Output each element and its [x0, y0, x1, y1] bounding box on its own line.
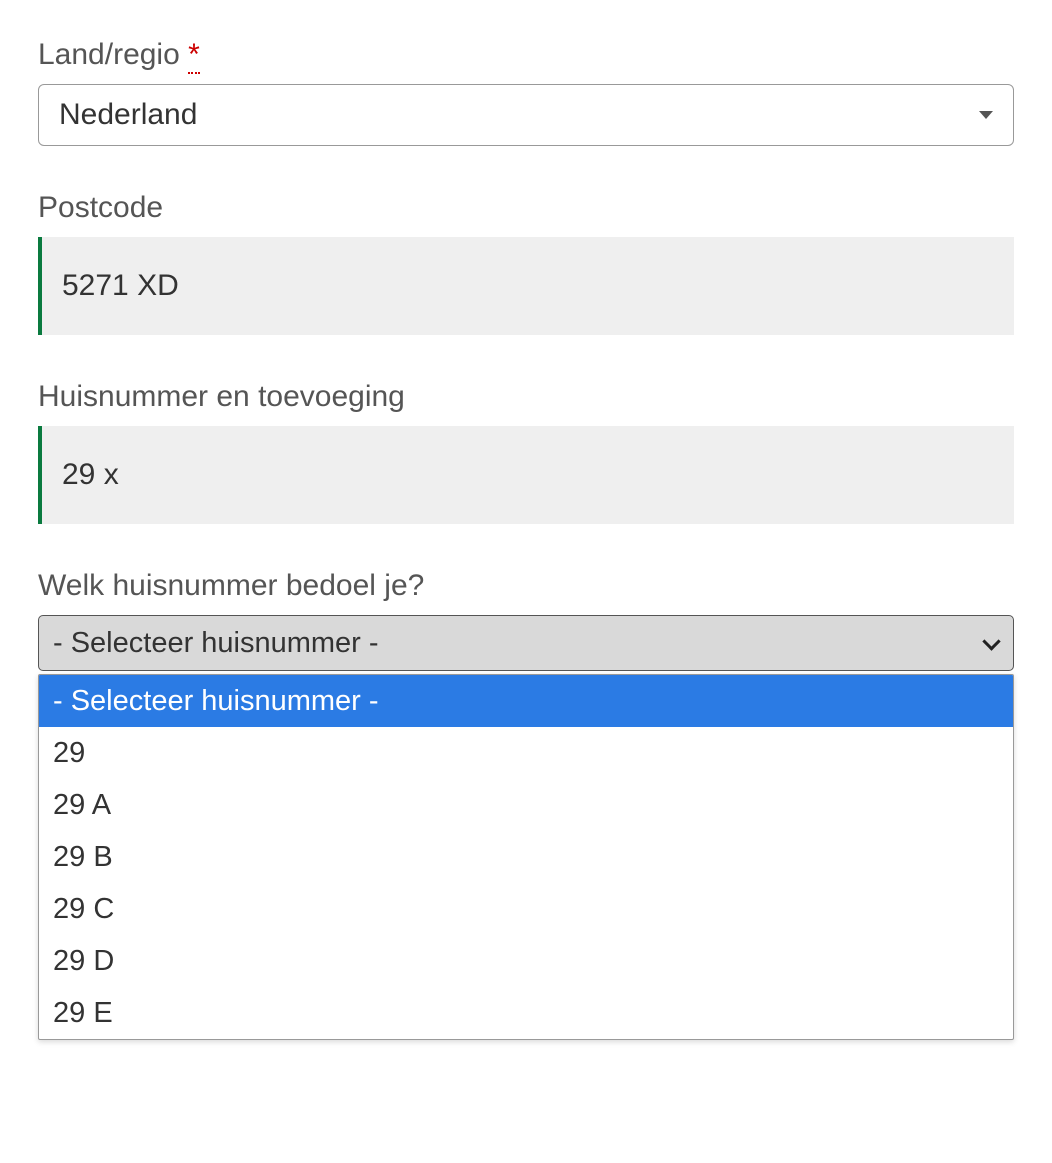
which-number-select[interactable]: - Selecteer huisnummer -	[38, 615, 1014, 671]
which-number-selected: - Selecteer huisnummer -	[53, 627, 983, 660]
country-select[interactable]: Nederland	[38, 84, 1014, 146]
which-number-dropdown: - Selecteer huisnummer - 29 29 A 29 B 29…	[38, 674, 1014, 1040]
required-mark: *	[188, 38, 200, 74]
postcode-field-group: Postcode 5271 XD	[38, 191, 1014, 335]
housenumber-field-group: Huisnummer en toevoeging 29 x	[38, 380, 1014, 524]
housenumber-value: 29 x	[62, 458, 119, 492]
postcode-value: 5271 XD	[62, 269, 179, 303]
dropdown-option[interactable]: 29 D	[39, 935, 1013, 987]
dropdown-option[interactable]: 29	[39, 727, 1013, 779]
dropdown-option[interactable]: 29 B	[39, 831, 1013, 883]
chevron-down-icon	[979, 111, 993, 119]
country-label-text: Land/regio	[38, 38, 180, 71]
dropdown-option[interactable]: 29 A	[39, 779, 1013, 831]
dropdown-option[interactable]: 29 E	[39, 987, 1013, 1039]
which-number-label: Welk huisnummer bedoel je?	[38, 569, 1014, 603]
which-number-field-group: Welk huisnummer bedoel je? - Selecteer h…	[38, 569, 1014, 1040]
dropdown-option[interactable]: - Selecteer huisnummer -	[39, 675, 1013, 727]
country-label: Land/regio *	[38, 38, 1014, 72]
postcode-label: Postcode	[38, 191, 1014, 225]
housenumber-input[interactable]: 29 x	[38, 426, 1014, 524]
country-field-group: Land/regio * Nederland	[38, 38, 1014, 146]
postcode-input[interactable]: 5271 XD	[38, 237, 1014, 335]
housenumber-label: Huisnummer en toevoeging	[38, 380, 1014, 414]
country-select-value: Nederland	[59, 98, 979, 132]
chevron-down-icon	[983, 635, 999, 651]
dropdown-option[interactable]: 29 C	[39, 883, 1013, 935]
